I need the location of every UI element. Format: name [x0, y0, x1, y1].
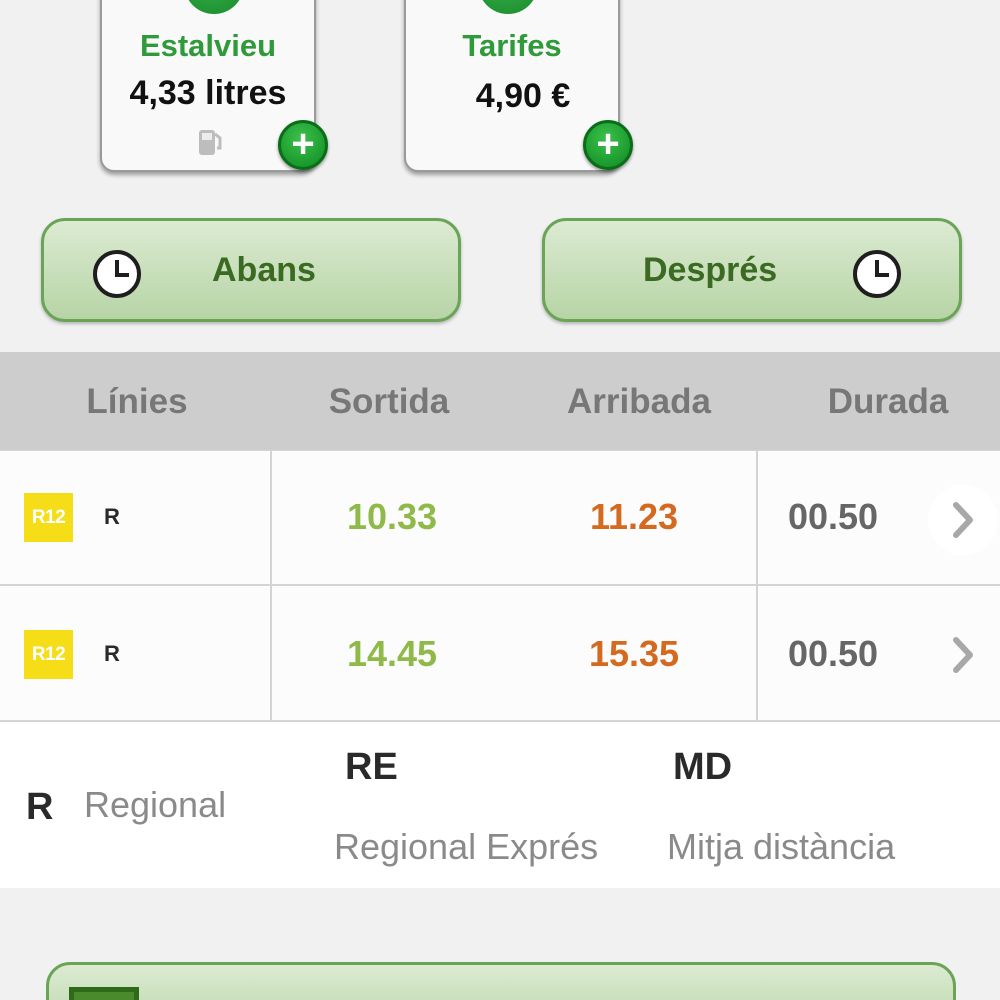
line-badge: R12: [24, 493, 73, 542]
header-arrival: Arribada: [567, 382, 711, 421]
legend-name-mid-distance: Mitja distància: [667, 826, 896, 867]
fares-badge-icon: [478, 0, 538, 14]
leaf-icon: [184, 0, 244, 14]
legend-name-regional-express: Regional Exprés: [334, 826, 599, 867]
column-divider: [270, 451, 272, 584]
train-type-legend: R Regional RE Regional Exprés MD Mitja d…: [0, 722, 1000, 888]
fuel-pump-icon: [199, 130, 222, 155]
line-badge: R12: [24, 630, 73, 679]
header-lines: Línies: [86, 382, 188, 421]
header-duration: Durada: [827, 382, 949, 421]
column-divider: [270, 586, 272, 720]
train-type: R: [104, 641, 120, 666]
legend-code-mid-distance: MD: [673, 746, 733, 788]
fares-value: 4,90 €: [475, 77, 571, 115]
savings-title: Estalvieu: [139, 28, 277, 63]
arrival-time: 15.35: [588, 633, 680, 674]
timetable-header: Línies Sortida Arribada Durada: [0, 352, 1000, 450]
earlier-button[interactable]: Abans: [41, 218, 461, 322]
legend-code-regional: R: [26, 786, 54, 828]
legend-name-regional: Regional: [84, 784, 227, 825]
departure-time: 10.33: [346, 496, 438, 537]
add-savings-button[interactable]: +: [278, 120, 328, 170]
legend-code-regional-express: RE: [345, 746, 398, 788]
calendar-icon: [69, 987, 139, 1000]
fares-title: Tarifes: [462, 28, 562, 63]
later-button[interactable]: Després: [542, 218, 962, 322]
train-type: R: [104, 504, 120, 529]
bottom-action-button[interactable]: [46, 962, 956, 1000]
table-row[interactable]: R12 R 10.33 11.23 00.50: [0, 450, 1000, 586]
clock-icon: [853, 250, 901, 298]
header-departure: Sortida: [328, 382, 450, 421]
later-label: Després: [643, 251, 778, 289]
arrival-time: 11.23: [589, 496, 679, 537]
departure-time: 14.45: [346, 633, 438, 674]
duration: 00.50: [787, 633, 879, 674]
chevron-right-icon[interactable]: [928, 620, 998, 690]
savings-card[interactable]: Estalvieu 4,33 litres +: [100, 0, 328, 172]
clock-icon: [93, 250, 141, 298]
duration: 00.50: [787, 496, 879, 537]
fares-card[interactable]: Tarifes 4,90 € +: [404, 0, 633, 172]
add-fares-button[interactable]: +: [583, 120, 633, 170]
earlier-label: Abans: [212, 251, 316, 289]
table-row[interactable]: R12 R 14.45 15.35 00.50: [0, 586, 1000, 722]
savings-value: 4,33 litres: [129, 74, 287, 112]
chevron-right-icon[interactable]: [928, 485, 998, 555]
